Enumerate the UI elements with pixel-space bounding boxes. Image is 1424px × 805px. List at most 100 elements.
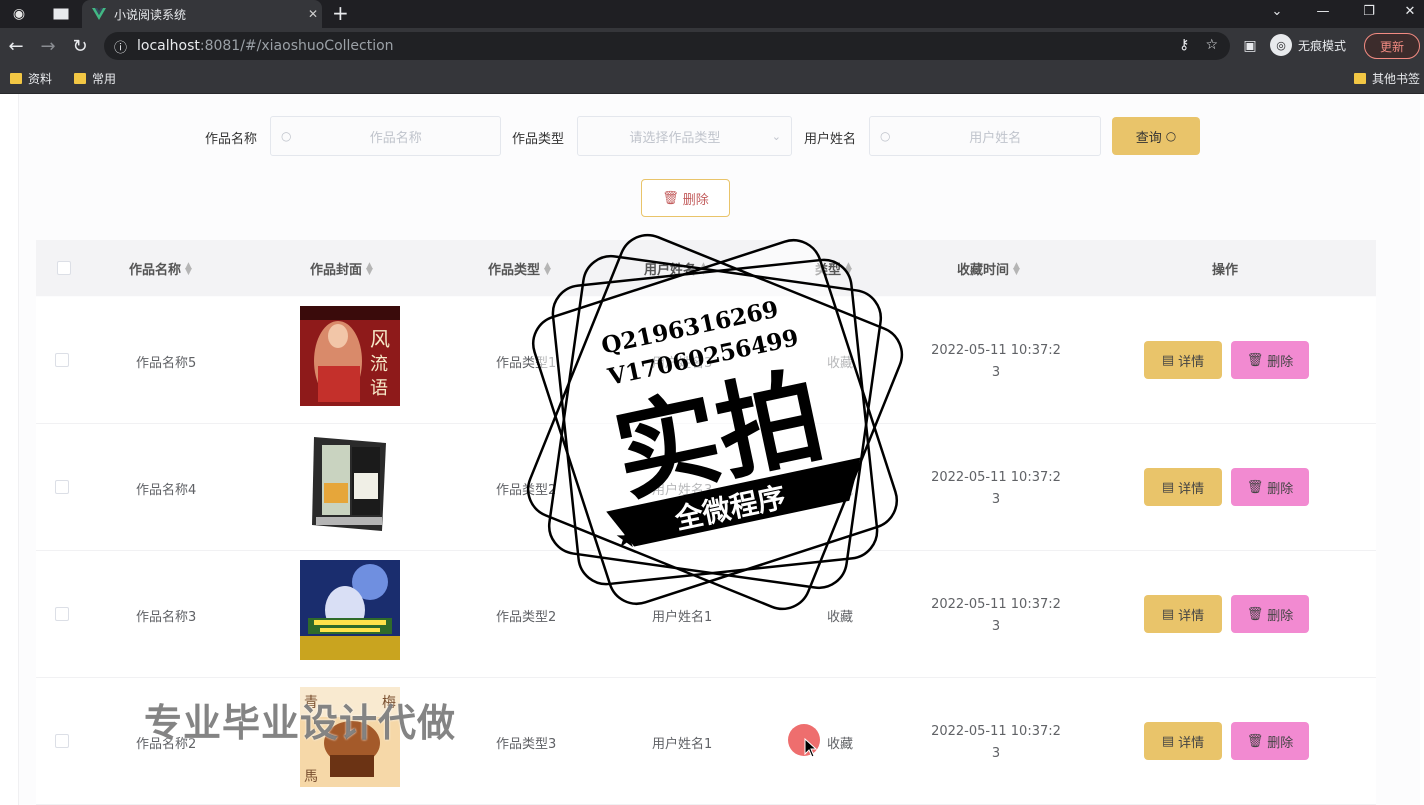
url-input[interactable]: ⓘ localhost:8081/#/xiaoshuoCollection ⚷ … [104,32,1230,60]
new-tab-icon[interactable]: + [332,2,349,24]
collect-time-cell: 2022-05-11 10:37:2 3 [931,724,1061,761]
header-collect-time[interactable]: 收藏时间 ▲ ▼ [957,259,1020,278]
bookmark-folder-ziliao[interactable]: 资料 [10,70,52,87]
work-name-cell: 作品名称5 [136,356,197,371]
delete-button[interactable]: 🗑︎ 删除 [1231,595,1309,633]
trash-icon: 🗑︎ [1246,733,1264,749]
url-path: :8081/#/xiaoshuoCollection [199,38,394,54]
detail-button[interactable]: ▤ 详情 [1144,722,1222,760]
tab-overview-icon[interactable] [50,3,72,25]
bookmark-folder-other[interactable]: 其他书签 [1354,70,1420,87]
delete-button[interactable]: 🗑︎ 删除 [1231,468,1309,506]
type-select[interactable]: 请选择作品类型 ⌄ [577,116,792,156]
detail-button[interactable]: ▤ 详情 [1144,341,1222,379]
minimize-icon[interactable]: — [1308,2,1338,22]
forward-icon[interactable]: → [36,34,60,58]
bookmark-label: 其他书签 [1372,72,1421,86]
sidepanel-icon[interactable]: ▣ [1238,34,1262,58]
user-search-label: 用户姓名 [804,132,857,147]
row-checkbox[interactable] [55,734,69,748]
sort-icon: ▲ ▼ [185,260,192,277]
bookmark-label: 资料 [28,72,53,86]
delete-button[interactable]: 🗑︎ 删除 [1231,341,1309,379]
address-bar: ← → ↻ ⓘ localhost:8081/#/xiaoshuoCollect… [0,28,1424,64]
profile-label: 无痕模式 [1298,38,1347,53]
header-type[interactable]: 类型 ▲ ▼ [815,259,852,278]
user-name-cell: 用户姓名3 [652,356,713,371]
document-icon: ▤ [1161,606,1175,622]
user-search-input[interactable]: ○ 用户姓名 [869,116,1101,156]
back-icon[interactable]: ← [4,34,28,58]
work-name-cell: 作品名称3 [136,610,197,625]
user-name-cell: 用户姓名1 [652,610,713,625]
cover-image [300,433,400,533]
row-checkbox[interactable] [55,480,69,494]
header-user-name[interactable]: 用户姓名 ▲ ▼ [644,259,707,278]
mouse-cursor-icon [804,737,818,762]
document-icon: ▤ [1161,479,1175,495]
close-icon[interactable]: ✕ [304,7,322,21]
incognito-icon: ◎ [1270,34,1292,56]
tab-title: 小说阅读系统 [114,7,187,22]
type-search-label: 作品类型 [512,132,565,147]
promo-banner-text: 专业毕业设计代做 [144,701,457,745]
sort-icon: ▲ ▼ [700,260,707,277]
bookmark-folder-changyong[interactable]: 常用 [74,70,116,87]
svg-text:流: 流 [370,354,388,375]
chevron-down-icon: ⌄ [771,129,781,143]
cover-image [300,560,400,660]
svg-text:语: 语 [370,378,388,399]
header-work-name[interactable]: 作品名称 ▲ ▼ [129,259,192,278]
vue-logo-icon [92,5,106,24]
update-button[interactable]: 更新 [1364,33,1420,59]
reload-icon[interactable]: ↻ [68,34,92,58]
query-button-label: 查询 [1135,130,1162,146]
query-button[interactable]: 查询 ○ [1112,117,1200,155]
restore-icon[interactable]: ❐ [1354,2,1384,22]
folder-icon [1354,73,1366,84]
category-cell: 作品类型2 [496,610,557,625]
key-icon[interactable]: ⚷ [1179,37,1189,53]
search-icon: ○ [281,129,292,143]
trash-icon: 🗑︎ [1246,352,1264,368]
trash-icon: 🗑︎ [1246,606,1264,622]
name-search-input[interactable]: ○ 作品名称 [270,116,501,156]
star-icon[interactable]: ☆ [1205,37,1218,53]
delete-button[interactable]: 🗑︎ 删除 [1231,722,1309,760]
type-cell: 收藏 [827,356,854,371]
info-icon[interactable]: ⓘ [114,37,127,56]
work-name-cell: 作品名称4 [136,483,197,498]
user-search-placeholder: 用户姓名 [969,130,1022,146]
user-name-cell: 用户姓名1 [652,737,713,752]
chevron-down-icon[interactable]: ⌄ [1262,2,1292,22]
cover-image: 风 流 语 [300,306,400,406]
incognito-profile[interactable]: ◎ 无痕模式 [1270,34,1346,56]
search-icon: ○ [1165,129,1177,143]
window-close-icon[interactable]: ✕ [1396,2,1424,22]
trash-icon: 🗑︎ [662,190,679,206]
category-cell: 作品类型3 [496,737,557,752]
sort-icon: ▲ ▼ [845,260,852,277]
document-icon: ▤ [1161,733,1175,749]
header-cover[interactable]: 作品封面 ▲ ▼ [310,259,373,278]
bookmark-label: 常用 [92,72,117,86]
folder-icon [10,73,22,84]
collect-time-cell: 2022-05-11 10:37:2 3 [931,597,1061,634]
bookmarks-bar: 资料 常用 其他书签 [0,64,1424,94]
detail-button[interactable]: ▤ 详情 [1144,468,1222,506]
header-category[interactable]: 作品类型 ▲ ▼ [488,259,551,278]
header-actions: 操作 [1212,263,1239,278]
type-cell: 收藏 [827,483,854,498]
globe-icon[interactable]: ◉ [8,3,30,25]
select-all-checkbox[interactable] [57,261,71,275]
detail-button[interactable]: ▤ 详情 [1144,595,1222,633]
type-cell: 收藏 [827,610,854,625]
batch-delete-button[interactable]: 🗑︎ 删除 [641,179,730,217]
category-cell: 作品类型2 [496,483,557,498]
browser-tab-active[interactable]: 小说阅读系统 ✕ [82,0,322,28]
folder-icon [74,73,86,84]
svg-text:馬: 馬 [304,769,318,785]
row-checkbox[interactable] [55,607,69,621]
row-checkbox[interactable] [55,353,69,367]
table-row: 作品名称5 风 流 语 作品类型1 用户姓名3 收藏 2022-05-11 10… [36,297,1376,424]
